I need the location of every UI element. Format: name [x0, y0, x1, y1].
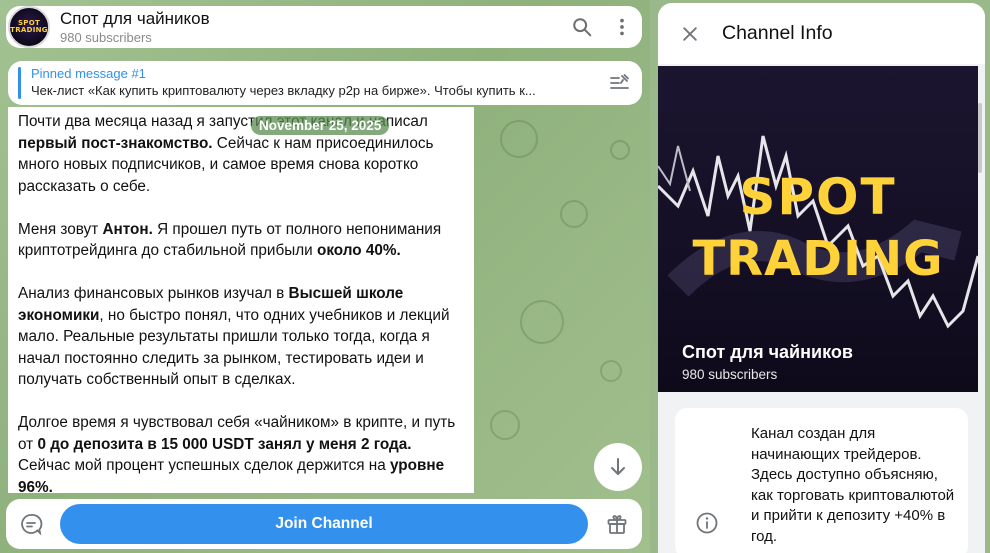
message-paragraph-1: Почти два месяца назад я запустил этот к… — [18, 113, 434, 195]
chat-header[interactable]: SPOT TRADING Спот для чайников 980 subsc… — [6, 6, 642, 48]
scroll-down-button[interactable] — [594, 443, 642, 491]
close-icon[interactable] — [658, 3, 722, 64]
pinned-title: Pinned message #1 — [31, 66, 146, 81]
gift-icon[interactable] — [592, 499, 642, 549]
message-paragraph-3: Анализ финансовых рынков изучал в Высшей… — [18, 285, 450, 388]
panel-scrollbar[interactable] — [978, 103, 982, 173]
channel-message[interactable]: Почти два месяца назад я запустил этот к… — [8, 107, 474, 493]
message-paragraph-4: Долгое время я чувствовал себя «чайником… — [18, 414, 456, 493]
emoji-icon[interactable] — [6, 499, 56, 549]
pinned-indicator — [18, 67, 21, 99]
pinned-message-bar[interactable]: Pinned message #1 Чек-лист «Как купить к… — [8, 61, 642, 105]
pinned-list-icon[interactable] — [598, 71, 642, 95]
channel-title: Спот для чайников — [60, 8, 210, 28]
date-pill[interactable]: November 25, 2025 — [251, 116, 390, 135]
cover-channel-name: Спот для чайников — [682, 342, 853, 362]
channel-cover-image[interactable]: SPOT TRADING Спот для чайников 980 subsc… — [658, 66, 978, 392]
channel-info-panel: Channel Info SPOT TRADING Спот для чайни… — [658, 3, 985, 553]
channel-avatar[interactable]: SPOT TRADING — [8, 6, 50, 48]
arrow-down-icon — [606, 455, 630, 479]
avatar-line-2: TRADING — [10, 26, 48, 34]
message-paragraph-2: Меня зовут Антон. Я прошел путь от полно… — [18, 220, 442, 260]
bottom-bar: Join Channel — [6, 499, 642, 549]
cover-logo: SPOT TRADING — [692, 168, 944, 287]
cover-channel-subscribers: 980 subscribers — [682, 367, 778, 382]
info-icon — [695, 511, 719, 535]
more-vertical-icon[interactable] — [602, 7, 642, 47]
join-channel-button[interactable]: Join Channel — [60, 504, 588, 544]
channel-subscribers: 980 subscribers — [60, 29, 152, 45]
chat-header-info[interactable]: Спот для чайников 980 subscribers — [60, 9, 562, 46]
pinned-text: Чек-лист «Как купить криптовалюту через … — [31, 83, 536, 98]
panel-title: Channel Info — [722, 22, 833, 44]
panel-header: Channel Info — [658, 3, 985, 64]
channel-description-card[interactable]: Канал создан для начинающих трейдеров. З… — [675, 408, 968, 553]
search-icon[interactable] — [562, 7, 602, 47]
channel-description: Канал создан для начинающих трейдеров. З… — [751, 425, 955, 545]
